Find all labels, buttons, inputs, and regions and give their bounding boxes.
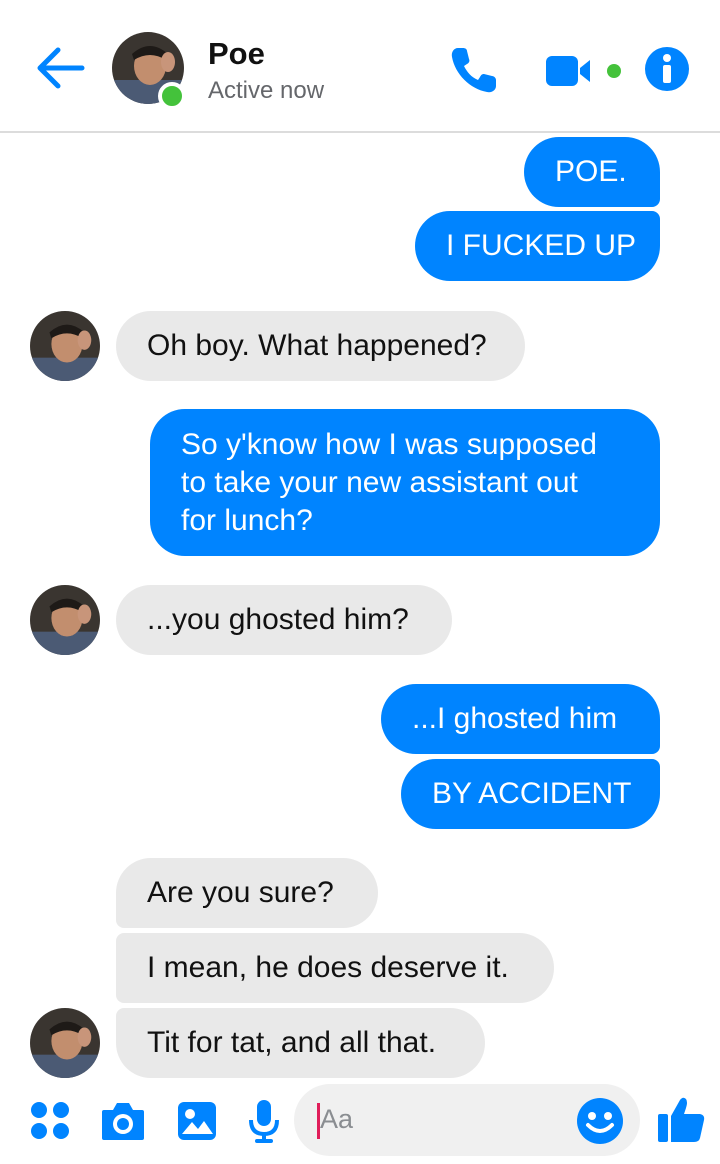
sender-avatar[interactable] — [30, 585, 100, 655]
like-button[interactable] — [656, 1094, 706, 1144]
message-text-line: for lunch? — [181, 504, 313, 537]
video-call-button[interactable] — [544, 52, 628, 90]
message-text: Are you sure? — [147, 876, 334, 909]
message-text: I FUCKED UP — [446, 229, 637, 262]
camera-button[interactable] — [100, 1100, 146, 1142]
camera-icon — [102, 1103, 144, 1140]
video-camera-icon — [546, 56, 621, 86]
message-bubble-received[interactable]: ...you ghosted him? — [116, 585, 452, 655]
message-bubble-sent[interactable]: So y'know how I was supposed to take you… — [150, 409, 660, 556]
thumbs-up-icon — [658, 1097, 705, 1142]
microphone-icon — [249, 1100, 279, 1143]
message-text: Tit for tat, and all that. — [147, 1026, 437, 1059]
gallery-button[interactable] — [176, 1100, 218, 1142]
sender-avatar[interactable] — [30, 1008, 100, 1078]
back-arrow-icon — [37, 47, 85, 89]
online-status-indicator — [158, 82, 186, 110]
emoji-icon — [577, 1098, 623, 1144]
voice-message-button[interactable] — [248, 1098, 280, 1144]
contact-name: Poe — [208, 36, 265, 71]
message-bubble-sent[interactable]: ...I ghosted him — [381, 684, 660, 754]
message-bubble-received[interactable]: I mean, he does deserve it. — [116, 933, 554, 1003]
message-bubble-sent[interactable]: I FUCKED UP — [415, 211, 660, 281]
phone-icon — [451, 48, 496, 93]
info-button[interactable] — [644, 46, 690, 92]
contact-status: Active now — [208, 77, 325, 104]
message-bubble-received[interactable]: Oh boy. What happened? — [116, 311, 525, 381]
message-bubble-received[interactable]: Tit for tat, and all that. — [116, 1008, 485, 1078]
message-bubble-sent[interactable]: BY ACCIDENT — [401, 759, 660, 829]
conversation-header: Poe Active now — [0, 0, 720, 133]
message-text: BY ACCIDENT — [432, 777, 632, 810]
more-actions-button[interactable] — [30, 1100, 70, 1140]
message-bubble-received[interactable]: Are you sure? — [116, 858, 378, 928]
message-input-placeholder: Aa — [320, 1104, 354, 1134]
message-text: I mean, he does deserve it. — [147, 951, 509, 984]
voice-call-button[interactable] — [448, 44, 502, 96]
message-text: POE. — [555, 155, 627, 188]
message-text: Oh boy. What happened? — [147, 329, 487, 362]
message-text-line: to take your new assistant out — [181, 466, 578, 499]
apps-grid-icon — [31, 1102, 69, 1139]
back-button[interactable] — [36, 44, 88, 92]
sender-avatar[interactable] — [30, 311, 100, 381]
image-icon — [178, 1102, 216, 1140]
info-icon — [645, 47, 689, 91]
message-bubble-sent[interactable]: POE. — [524, 137, 660, 207]
message-text: ...I ghosted him — [412, 702, 618, 735]
message-text-line: So y'know how I was supposed — [181, 428, 597, 461]
message-text: ...you ghosted him? — [147, 603, 409, 636]
emoji-button[interactable] — [576, 1097, 624, 1145]
